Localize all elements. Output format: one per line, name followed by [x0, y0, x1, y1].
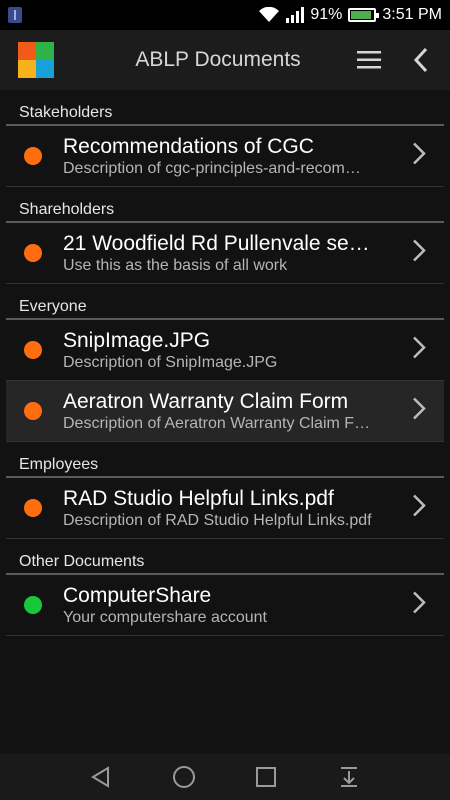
app-title: ABLP Documents — [135, 48, 301, 71]
status-dot-icon — [24, 499, 42, 517]
document-title: SnipImage.JPG — [63, 328, 211, 352]
document-text: SnipImage.JPG Description of SnipImage.JP… — [63, 328, 373, 373]
document-list: Stakeholders Recommendations of CGC Descri… — [0, 90, 450, 636]
document-description: Description of RAD Studio Helpful Links.… — [63, 511, 372, 529]
chevron-right-icon[interactable] — [412, 397, 426, 426]
document-description: Description of Aeratron Warranty Claim F… — [63, 414, 373, 432]
section-header: Employees — [6, 442, 444, 478]
document-row[interactable]: ComputerShare Your computershare account — [6, 575, 444, 636]
document-row[interactable]: 21 Woodfield Rd Pullenvale search Use thi… — [6, 223, 444, 284]
signal-icon — [286, 7, 305, 23]
status-dot-icon — [24, 341, 42, 359]
chevron-right-icon[interactable] — [412, 591, 426, 620]
usb-debug-icon — [8, 7, 22, 23]
nav-notifications-pull-down-icon[interactable] — [326, 754, 372, 800]
document-title: ComputerShare — [63, 583, 212, 607]
app-bar: ABLP Documents — [0, 30, 450, 90]
document-title: Aeratron Warranty Claim Form — [63, 389, 349, 413]
document-row[interactable]: Recommendations of CGC Description of cgc… — [6, 126, 444, 187]
section-header: Other Documents — [6, 539, 444, 575]
status-bar: 91% 3:51 PM — [0, 0, 450, 30]
hamburger-menu-icon[interactable] — [346, 37, 392, 83]
document-title: 21 Woodfield Rd Pullenvale search — [63, 231, 373, 255]
status-dot-icon — [24, 596, 42, 614]
document-text: Recommendations of CGC Description of cgc… — [63, 134, 373, 179]
document-row[interactable]: RAD Studio Helpful Links.pdf Description … — [6, 478, 444, 539]
battery-fill — [351, 11, 372, 19]
document-description: Use this as the basis of all work — [63, 256, 288, 274]
document-description: Your computershare account — [63, 608, 267, 626]
document-text: Aeratron Warranty Claim Form Description … — [63, 389, 373, 434]
section-header: Stakeholders — [6, 90, 444, 126]
nav-recents-icon[interactable] — [243, 754, 289, 800]
document-text: ComputerShare Your computershare account — [63, 583, 373, 628]
chevron-right-icon[interactable] — [412, 336, 426, 365]
document-description: Description of SnipImage.JPG — [63, 353, 278, 371]
back-chevron-icon[interactable] — [398, 37, 444, 83]
nav-back-icon[interactable] — [78, 754, 124, 800]
document-row[interactable]: Aeratron Warranty Claim Form Description … — [6, 381, 444, 442]
chevron-right-icon[interactable] — [412, 239, 426, 268]
chevron-right-icon[interactable] — [412, 142, 426, 171]
status-dot-icon — [24, 147, 42, 165]
system-nav-bar — [0, 754, 450, 800]
app-logo-icon — [18, 42, 54, 78]
status-dot-icon — [24, 402, 42, 420]
chevron-right-icon[interactable] — [412, 494, 426, 523]
document-row[interactable]: SnipImage.JPG Description of SnipImage.JP… — [6, 320, 444, 381]
document-text: RAD Studio Helpful Links.pdf Description … — [63, 486, 373, 531]
document-description: Description of cgc-principles-and-recomm… — [63, 159, 373, 177]
status-dot-icon — [24, 244, 42, 262]
clock: 3:51 PM — [382, 6, 442, 23]
battery-icon — [348, 8, 380, 22]
battery-percent: 91% — [310, 6, 343, 23]
wifi-icon — [258, 7, 280, 23]
document-title: RAD Studio Helpful Links.pdf — [63, 486, 334, 510]
nav-home-icon[interactable] — [161, 754, 207, 800]
section-header: Shareholders — [6, 187, 444, 223]
document-text: 21 Woodfield Rd Pullenvale search Use thi… — [63, 231, 373, 276]
document-title: Recommendations of CGC — [63, 134, 314, 158]
section-header: Everyone — [6, 284, 444, 320]
